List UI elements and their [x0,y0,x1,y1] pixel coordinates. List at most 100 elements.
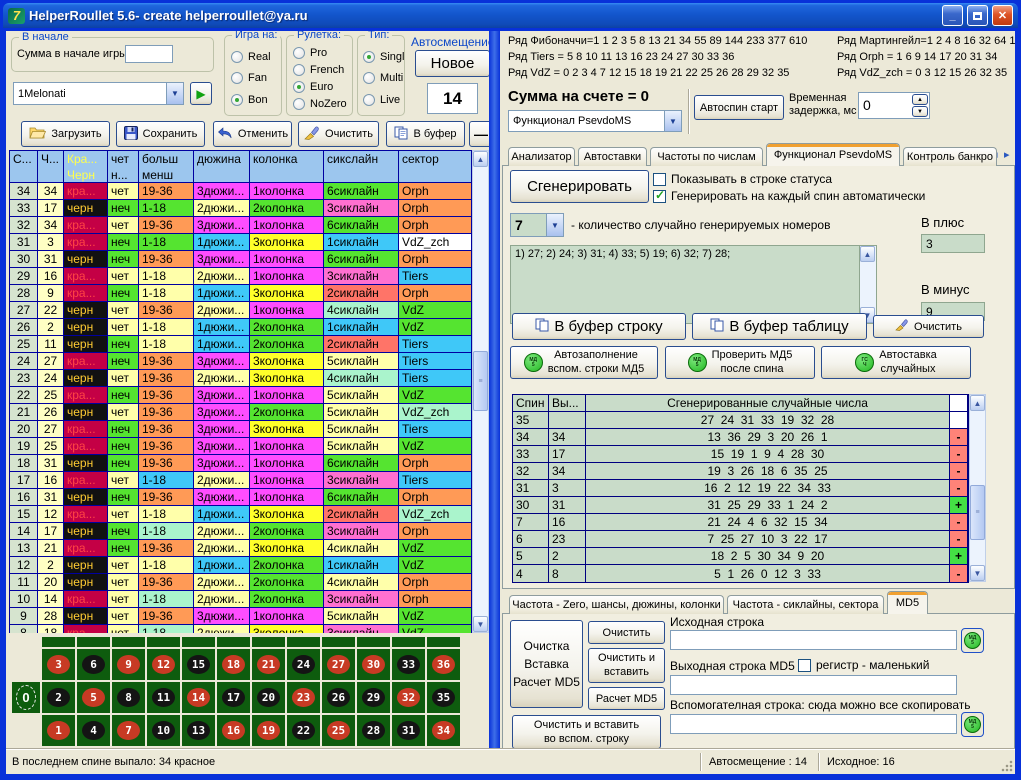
board-number-cell[interactable]: 25 [322,715,355,746]
scroll-up-icon[interactable]: ▲ [473,151,488,167]
table-row[interactable]: 1120чернчет19-362дюжи...2колонка4сиклайн… [10,574,472,591]
board-number-cell[interactable]: 6 [77,649,110,680]
table-row[interactable]: 303131 25 29 33 1 24 2+ [513,497,968,514]
column-header[interactable] [250,167,324,183]
clear-button[interactable]: Очистить [298,121,379,147]
table-row[interactable]: 928чернчет19-363дюжи...1колонка5сиклайнV… [10,608,472,625]
table-row[interactable]: 818кра...чет1-182дюжи...3колонка3сиклайн… [10,625,472,633]
table-row[interactable]: 5218 2 5 30 34 9 20+ [513,548,968,565]
board-number-cell[interactable]: 20 [252,682,285,713]
column-header[interactable]: колонка [250,151,324,167]
generated-table[interactable]: СпинВы...Сгенерированные случайные числа… [512,394,969,583]
column-header[interactable]: н... [108,167,139,183]
buffer-table-button[interactable]: В буфер таблицу [692,313,867,340]
table-row[interactable]: 1716кра...чет1-182дюжи...1колонка3сиклай… [10,472,472,489]
column-header[interactable]: Ч... [38,151,64,167]
board-number-cell[interactable]: 30 [357,649,390,680]
column-header[interactable]: Кра... [64,151,108,167]
board-number-cell[interactable]: 7 [112,715,145,746]
load-button[interactable]: Загрузить [21,121,110,147]
scrollbar-thumb[interactable]: ≡ [473,351,488,411]
table-row[interactable]: 2225кра...неч19-363дюжи...1колонка5сикла… [10,387,472,404]
column-header[interactable]: сектор [399,151,472,167]
column-header[interactable]: Черн [64,167,108,183]
spinner-up-icon[interactable]: ▲ [912,94,928,105]
board-number-cell[interactable]: 10 [147,715,180,746]
md5-clear-paste-aux-button[interactable]: Очистить и вставитьво вспом. строку [512,715,661,749]
checkbox-icon[interactable] [798,659,811,672]
column-header[interactable] [10,167,38,183]
table-row[interactable]: 2027кра...неч19-363дюжи...3колонка5сикла… [10,421,472,438]
play-button[interactable]: ▶ [190,82,212,105]
column-header[interactable]: сикслайн [324,151,399,167]
roulette-board[interactable]: 0369121518212427303336258111417202326293… [9,635,489,749]
autobet-random-button[interactable]: ГСЧ Автоставкаслучайных [821,346,971,379]
board-number-cell[interactable]: 36 [427,649,460,680]
generated-table-scrollbar[interactable]: ▲ ≡ ▼ [969,394,986,582]
new-button[interactable]: Новое [415,50,490,77]
table-row[interactable]: 2427кра...неч19-363дюжи...3колонка5сикла… [10,353,472,370]
table-row[interactable]: 1014кра...чет1-182дюжи...2колонка3сиклай… [10,591,472,608]
tab-md5[interactable]: MD5 [887,591,928,614]
md5-source-input-field[interactable] [671,631,956,649]
checkbox-show-status[interactable]: Показывать в строке статуса [653,172,832,186]
buffer-line-button[interactable]: В буфер строку [512,313,686,340]
board-number-cell[interactable]: 14 [182,682,215,713]
board-number-cell[interactable]: 2 [42,682,75,713]
board-number-cell[interactable]: 17 [217,682,250,713]
autofill-md5-button[interactable]: МД5 Автозаполнениевспом. строки МД5 [510,346,658,379]
copy-buffer-button[interactable]: В буфер [386,121,465,147]
checkbox-icon[interactable] [653,173,666,186]
table-row[interactable]: 289кра...неч1-181дюжи...3колонка2сиклайн… [10,285,472,302]
numbers-scrollbar[interactable]: ▲ ▼ [859,246,876,323]
board-number-cell[interactable]: 9 [112,649,145,680]
column-header[interactable] [194,167,250,183]
table-row[interactable]: 3434кра...чет19-363дюжи...1колонка6сикла… [10,183,472,200]
column-header[interactable]: Спин [513,395,549,412]
table-row[interactable]: 2511черннеч1-181дюжи...2колонка2сиклайнT… [10,336,472,353]
radio-roulette-french[interactable]: French [293,64,350,76]
tab-функционал-psevdoms[interactable]: Функционал PsevdoMS [766,143,900,166]
md5-source-input[interactable] [670,630,957,650]
tab-scroll-right-icon[interactable]: ▸ [1004,148,1010,161]
preset-combo[interactable]: 1Melonati ▼ [13,82,184,105]
generate-button[interactable]: Сгенерировать [510,170,649,203]
column-header[interactable] [950,395,968,412]
tab-анализатор[interactable]: Анализатор [508,147,575,166]
table-row[interactable]: 1831черннеч19-363дюжи...1колонка6сиклайн… [10,455,472,472]
radio-roulette-nozero[interactable]: NoZero [293,98,350,110]
board-number-cell[interactable]: 33 [392,649,425,680]
board-number-cell[interactable]: 8 [112,682,145,713]
md5-out-input[interactable] [670,675,957,695]
md5-aux-input[interactable] [670,714,957,734]
board-zero-cell[interactable]: 0 [12,682,40,713]
md5-big-button[interactable]: ОчисткаВставкаРасчет MD5 [510,620,583,708]
table-row[interactable]: 485 1 26 0 12 3 33- [513,565,968,582]
radio-game-real[interactable]: Real [231,51,279,63]
scroll-up-icon[interactable]: ▲ [860,246,875,262]
board-number-cell[interactable]: 21 [252,649,285,680]
table-row[interactable]: 71621 24 4 6 32 15 34- [513,514,968,531]
column-header[interactable]: Сгенерированные случайные числа [586,395,950,412]
board-number-cell[interactable]: 11 [147,682,180,713]
column-header[interactable]: Вы... [549,395,586,412]
column-header[interactable] [38,167,64,183]
resize-grip[interactable] [1001,760,1013,772]
table-row[interactable]: 3031черннеч19-363дюжи...1колонка6сиклайн… [10,251,472,268]
tab-частота-zero-шансы-дюжины-колонки[interactable]: Частота - Zero, шансы, дюжины, колонки [509,595,724,614]
md5-run-aux-button[interactable]: МД5 [961,712,984,737]
spins-table[interactable]: С...Ч...Кра...четбольшдюжинаколонкасиксл… [9,150,472,633]
radio-roulette-pro[interactable]: Pro [293,47,350,59]
table-row[interactable]: 1321кра...неч19-362дюжи...3колонка4сикла… [10,540,472,557]
spinner-down-icon[interactable]: ▼ [912,106,928,117]
board-number-cell[interactable]: 26 [322,682,355,713]
clear-generated-button[interactable]: Очистить [873,315,984,338]
md5-clear-button[interactable]: Очистить [588,621,665,644]
radio-game-fan[interactable]: Fan [231,72,279,84]
scroll-up-icon[interactable]: ▲ [970,395,985,411]
board-number-cell[interactable]: 32 [392,682,425,713]
column-header[interactable] [399,167,472,183]
table-row[interactable]: 31316 2 12 19 22 34 33- [513,480,968,497]
count-combo[interactable]: 7 ▼ [510,213,564,237]
undo-button[interactable]: Отменить [213,121,292,147]
